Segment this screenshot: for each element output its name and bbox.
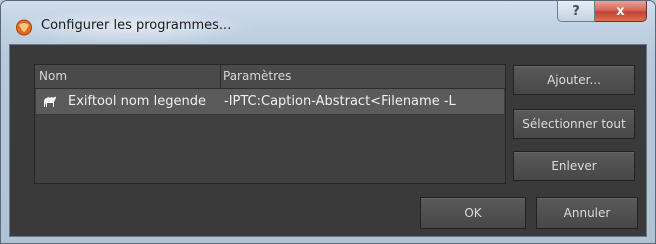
column-header-name[interactable]: Nom [39,69,67,83]
programs-list[interactable]: Nom Paramètres Exiftool nom legende -IPT… [34,64,506,184]
camel-icon [44,96,56,107]
column-separator[interactable] [220,65,221,88]
help-button[interactable]: ? [557,1,595,22]
window-title: Configurer les programmes... [41,18,232,33]
title-bar[interactable]: Configurer les programmes... ? x [1,1,655,45]
dialog-window: Configurer les programmes... ? x Nom Par… [0,0,656,244]
dialog-client-area: Nom Paramètres Exiftool nom legende -IPT… [9,44,647,237]
select-all-button[interactable]: Sélectionner tout [513,109,635,139]
help-icon: ? [572,3,580,19]
ok-button[interactable]: OK [420,197,526,229]
column-header-params[interactable]: Paramètres [223,69,291,83]
program-params: -IPTC:Caption-Abstract<Filename -L [224,94,456,109]
close-icon: x [616,3,625,19]
caption-buttons: ? x [557,1,647,23]
remove-button[interactable]: Enlever [513,151,635,181]
cancel-button[interactable]: Annuler [536,197,638,229]
add-button[interactable]: Ajouter... [513,65,635,95]
list-header: Nom Paramètres [35,65,505,89]
app-icon [16,19,32,36]
close-button[interactable]: x [595,1,647,22]
list-item[interactable]: Exiftool nom legende -IPTC:Caption-Abstr… [36,89,504,115]
program-name: Exiftool nom legende [68,94,206,109]
